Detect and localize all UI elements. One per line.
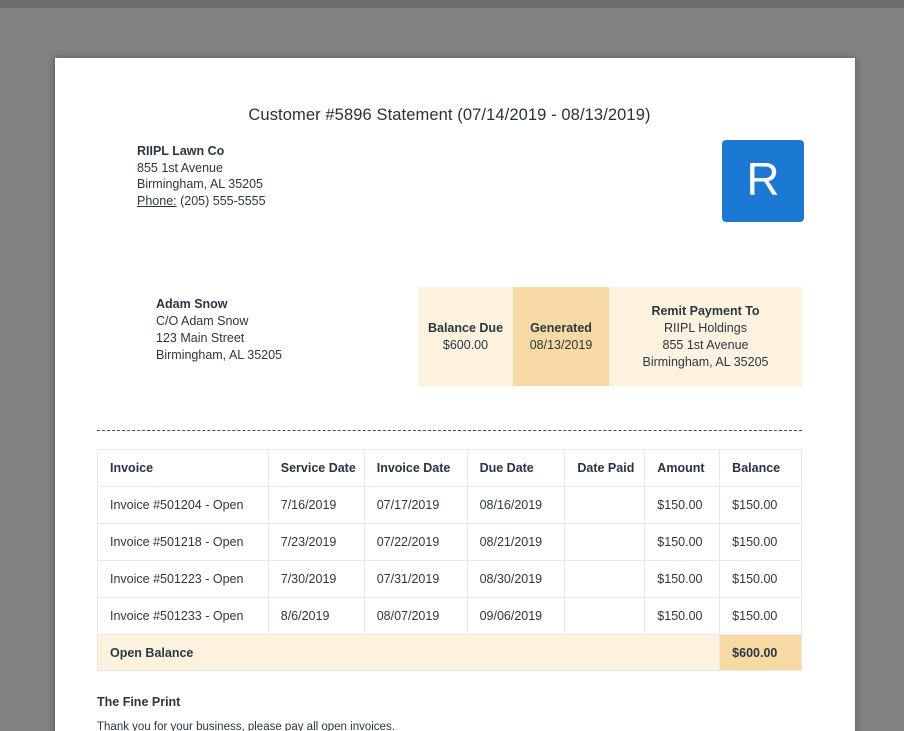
remit-address-line2: Birmingham, AL 35205 (642, 354, 769, 369)
fine-print-text: Thank you for your business, please pay … (97, 721, 395, 731)
company-block: RIIPL Lawn Co 855 1st Avenue Birmingham,… (137, 143, 266, 209)
cell-invoice-date: 07/17/2019 (363, 486, 468, 524)
cell-due-date: 09/06/2019 (466, 597, 566, 635)
cell-amount: $150.00 (644, 597, 721, 635)
summary-box: Balance Due $600.00 Generated 08/13/2019… (418, 287, 802, 386)
cell-service-date: 7/30/2019 (267, 560, 365, 598)
open-balance-label: Open Balance (96, 634, 721, 671)
fine-print-title: The Fine Print (97, 695, 181, 709)
remit-name: RIIPL Holdings (664, 320, 747, 335)
customer-address-line2: Birmingham, AL 35205 (156, 348, 283, 362)
header-date-paid: Date Paid (564, 449, 646, 487)
cell-invoice-date: 07/31/2019 (363, 560, 468, 598)
cell-date-paid (564, 597, 646, 635)
riipl-logo-letter: R (746, 153, 780, 205)
cell-service-date: 7/23/2019 (267, 523, 365, 561)
header-due-date: Due Date (466, 449, 566, 487)
cell-balance: $150.00 (719, 597, 802, 635)
cell-service-date: 8/6/2019 (267, 597, 365, 635)
company-address-line2: Birmingham, AL 35205 (137, 177, 264, 192)
cell-invoice: Invoice #501218 - Open (97, 523, 269, 561)
invoice-table: Invoice Service Date Invoice Date Due Da… (96, 449, 802, 671)
cell-balance: $150.00 (719, 523, 802, 561)
cell-amount: $150.00 (644, 560, 721, 598)
header-invoice: Invoice (97, 449, 269, 487)
company-phone: Phone: (205) 555-5555 (137, 193, 266, 210)
generated-label: Generated (530, 320, 592, 335)
table-row: Invoice #501204 - Open 7/16/2019 07/17/2… (97, 486, 802, 524)
header-amount: Amount (644, 449, 721, 487)
balance-due-label: Balance Due (427, 320, 504, 335)
cell-balance: $150.00 (719, 486, 802, 524)
table-row: Invoice #501223 - Open 7/30/2019 07/31/2… (97, 560, 802, 598)
cell-amount: $150.00 (644, 486, 721, 524)
page-title: Customer #5896 Statement (07/14/2019 - 0… (248, 106, 651, 124)
customer-name: Adam Snow (156, 297, 228, 311)
summary-remit: Remit Payment To RIIPL Holdings 855 1st … (609, 287, 802, 386)
cell-due-date: 08/16/2019 (466, 486, 566, 524)
cell-invoice: Invoice #501223 - Open (97, 560, 269, 598)
company-phone-number: (205) 555-5555 (180, 193, 266, 208)
table-row: Invoice #501218 - Open 7/23/2019 07/22/2… (97, 523, 802, 561)
remit-label: Remit Payment To (651, 303, 760, 318)
header-service-date: Service Date (267, 449, 365, 487)
customer-block: Adam Snow C/O Adam Snow 123 Main Street … (156, 296, 282, 364)
cell-invoice: Invoice #501233 - Open (97, 597, 269, 635)
company-name: RIIPL Lawn Co (137, 144, 225, 158)
summary-generated: Generated 08/13/2019 (513, 287, 609, 386)
open-balance-row: Open Balance $600.00 (96, 634, 802, 671)
open-balance-value: $600.00 (719, 634, 802, 671)
table-row: Invoice #501233 - Open 8/6/2019 08/07/20… (97, 597, 802, 635)
cell-invoice-date: 07/22/2019 (363, 523, 468, 561)
cell-due-date: 08/30/2019 (466, 560, 566, 598)
riipl-logo-icon: R (722, 140, 804, 222)
cell-service-date: 7/16/2019 (267, 486, 365, 524)
generated-value: 08/13/2019 (529, 337, 593, 352)
company-address-line1: 855 1st Avenue (137, 160, 223, 175)
header-invoice-date: Invoice Date (363, 449, 468, 487)
cell-date-paid (564, 560, 646, 598)
cell-invoice: Invoice #501204 - Open (97, 486, 269, 524)
cell-date-paid (564, 523, 646, 561)
company-phone-label: Phone: (137, 193, 177, 208)
dashed-divider (97, 430, 802, 431)
cell-amount: $150.00 (644, 523, 721, 561)
remit-address-line1: 855 1st Avenue (662, 337, 749, 352)
customer-address-line1: 123 Main Street (156, 331, 245, 345)
summary-balance-due: Balance Due $600.00 (418, 287, 513, 386)
cell-date-paid (564, 486, 646, 524)
viewer-background: Customer #5896 Statement (07/14/2019 - 0… (0, 0, 904, 731)
statement-page: Customer #5896 Statement (07/14/2019 - 0… (55, 58, 855, 731)
customer-care-of: C/O Adam Snow (156, 314, 249, 328)
cell-balance: $150.00 (719, 560, 802, 598)
viewer-top-shadow (0, 0, 904, 8)
header-balance: Balance (719, 449, 802, 487)
cell-invoice-date: 08/07/2019 (363, 597, 468, 635)
balance-due-value: $600.00 (442, 337, 489, 352)
cell-due-date: 08/21/2019 (466, 523, 566, 561)
table-header-row: Invoice Service Date Invoice Date Due Da… (97, 449, 802, 487)
